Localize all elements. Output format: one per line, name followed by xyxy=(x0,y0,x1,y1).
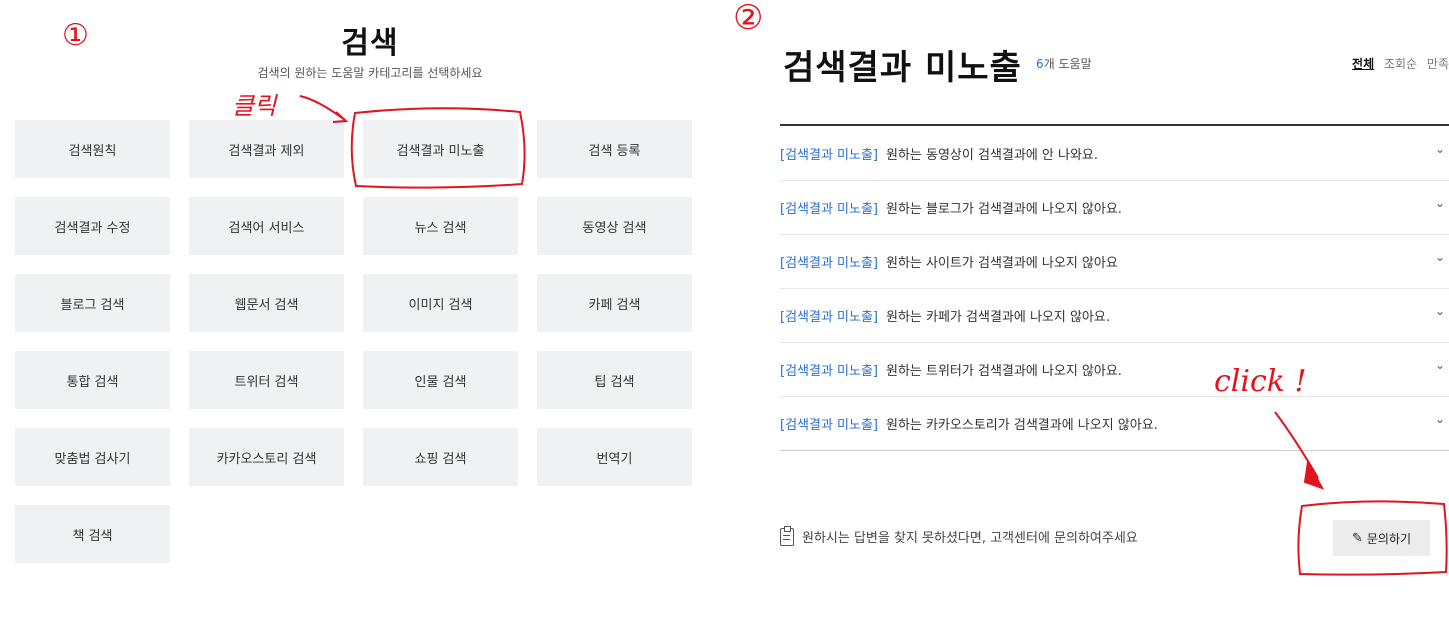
faq-item[interactable]: [검색결과 미노출] 원하는 카페가 검색결과에 나오지 않아요. ⌄ xyxy=(780,288,1449,343)
page-title: 검색 xyxy=(341,26,399,61)
chevron-down-icon: ⌄ xyxy=(1434,412,1445,426)
category-button[interactable]: 맞춤법 검사기 xyxy=(15,428,170,486)
category-button[interactable]: 검색원칙 xyxy=(15,120,170,178)
results-title: 검색결과 미노출 xyxy=(783,48,1022,88)
category-button[interactable]: 동영상 검색 xyxy=(537,197,692,255)
faq-question: 원하는 카카오스토리가 검색결과에 나오지 않아요. xyxy=(886,417,1158,433)
chevron-down-icon: ⌄ xyxy=(1434,358,1445,372)
category-button[interactable]: 검색결과 수정 xyxy=(15,197,170,255)
chevron-down-icon: ⌄ xyxy=(1434,196,1445,210)
category-button[interactable]: 팁 검색 xyxy=(537,351,692,409)
category-panel: 검색 검색의 원하는 도움말 카테고리를 선택하세요 검색원칙 검색결과 제외 … xyxy=(0,0,740,621)
category-button[interactable]: 책 검색 xyxy=(15,505,170,563)
category-button[interactable]: 블로그 검색 xyxy=(15,274,170,332)
clipboard-icon xyxy=(780,525,794,546)
category-button[interactable]: 인물 검색 xyxy=(363,351,518,409)
category-button[interactable]: 검색결과 미노출 xyxy=(363,120,518,178)
category-button[interactable]: 이미지 검색 xyxy=(363,274,518,332)
faq-category-tag: [검색결과 미노출] xyxy=(780,309,878,325)
faq-item[interactable]: [검색결과 미노출] 원하는 동영상이 검색결과에 안 나와요. ⌄ xyxy=(780,126,1449,181)
category-button[interactable]: 검색 등록 xyxy=(537,120,692,178)
sort-views[interactable]: 조회순 xyxy=(1384,57,1417,71)
category-button[interactable]: 웹문서 검색 xyxy=(189,274,344,332)
chevron-down-icon: ⌄ xyxy=(1434,250,1445,264)
inquiry-button[interactable]: ✎ 문의하기 xyxy=(1333,520,1430,556)
category-button[interactable]: 통합 검색 xyxy=(15,351,170,409)
page-subtitle: 검색의 원하는 도움말 카테고리를 선택하세요 xyxy=(257,66,483,80)
faq-category-tag: [검색결과 미노출] xyxy=(780,147,878,163)
faq-question: 원하는 사이트가 검색결과에 나오지 않아요 xyxy=(886,255,1118,271)
category-button[interactable]: 뉴스 검색 xyxy=(363,197,518,255)
results-panel: 검색결과 미노출 6개 도움말 전체 조회순 만족 [검색결과 미노출] 원하는… xyxy=(733,0,1449,621)
results-count-suffix: 개 도움말 xyxy=(1043,57,1092,71)
help-message: 원하시는 답변을 찾지 못하셨다면, 고객센터에 문의하여주세요 xyxy=(780,525,1138,546)
category-button[interactable]: 번역기 xyxy=(537,428,692,486)
category-button[interactable]: 카페 검색 xyxy=(537,274,692,332)
sort-satisfaction[interactable]: 만족 xyxy=(1427,57,1449,71)
pencil-icon: ✎ xyxy=(1351,530,1363,546)
faq-question: 원하는 카페가 검색결과에 나오지 않아요. xyxy=(886,309,1110,325)
faq-item[interactable]: [검색결과 미노출] 원하는 사이트가 검색결과에 나오지 않아요 ⌄ xyxy=(780,234,1449,289)
faq-question: 원하는 블로그가 검색결과에 나오지 않아요. xyxy=(886,201,1122,217)
category-button[interactable]: 쇼핑 검색 xyxy=(363,428,518,486)
sort-all[interactable]: 전체 xyxy=(1352,57,1374,71)
faq-category-tag: [검색결과 미노출] xyxy=(780,417,878,433)
help-text: 원하시는 답변을 찾지 못하셨다면, 고객센터에 문의하여주세요 xyxy=(802,531,1138,546)
category-button[interactable]: 검색결과 제외 xyxy=(189,120,344,178)
faq-item[interactable]: [검색결과 미노출] 원하는 트위터가 검색결과에 나오지 않아요. ⌄ xyxy=(780,342,1449,397)
list-divider xyxy=(780,450,1449,451)
faq-category-tag: [검색결과 미노출] xyxy=(780,201,878,217)
category-button[interactable]: 검색어 서비스 xyxy=(189,197,344,255)
chevron-down-icon: ⌄ xyxy=(1434,304,1445,318)
chevron-down-icon: ⌄ xyxy=(1434,142,1445,156)
faq-question: 원하는 트위터가 검색결과에 나오지 않아요. xyxy=(886,363,1122,379)
results-count: 6개 도움말 xyxy=(1036,55,1092,72)
faq-category-tag: [검색결과 미노출] xyxy=(780,363,878,379)
faq-category-tag: [검색결과 미노출] xyxy=(780,255,878,271)
faq-question: 원하는 동영상이 검색결과에 안 나와요. xyxy=(886,147,1099,163)
faq-item[interactable]: [검색결과 미노출] 원하는 블로그가 검색결과에 나오지 않아요. ⌄ xyxy=(780,180,1449,235)
results-count-number: 6 xyxy=(1036,57,1044,71)
category-button[interactable]: 트위터 검색 xyxy=(189,351,344,409)
click-korean-annotation: 클릭 xyxy=(232,92,277,120)
category-button[interactable]: 카카오스토리 검색 xyxy=(189,428,344,486)
sort-options: 전체 조회순 만족 xyxy=(1346,55,1449,72)
inquiry-button-label: 문의하기 xyxy=(1366,531,1412,546)
faq-item[interactable]: [검색결과 미노출] 원하는 카카오스토리가 검색결과에 나오지 않아요. ⌄ xyxy=(780,396,1449,450)
